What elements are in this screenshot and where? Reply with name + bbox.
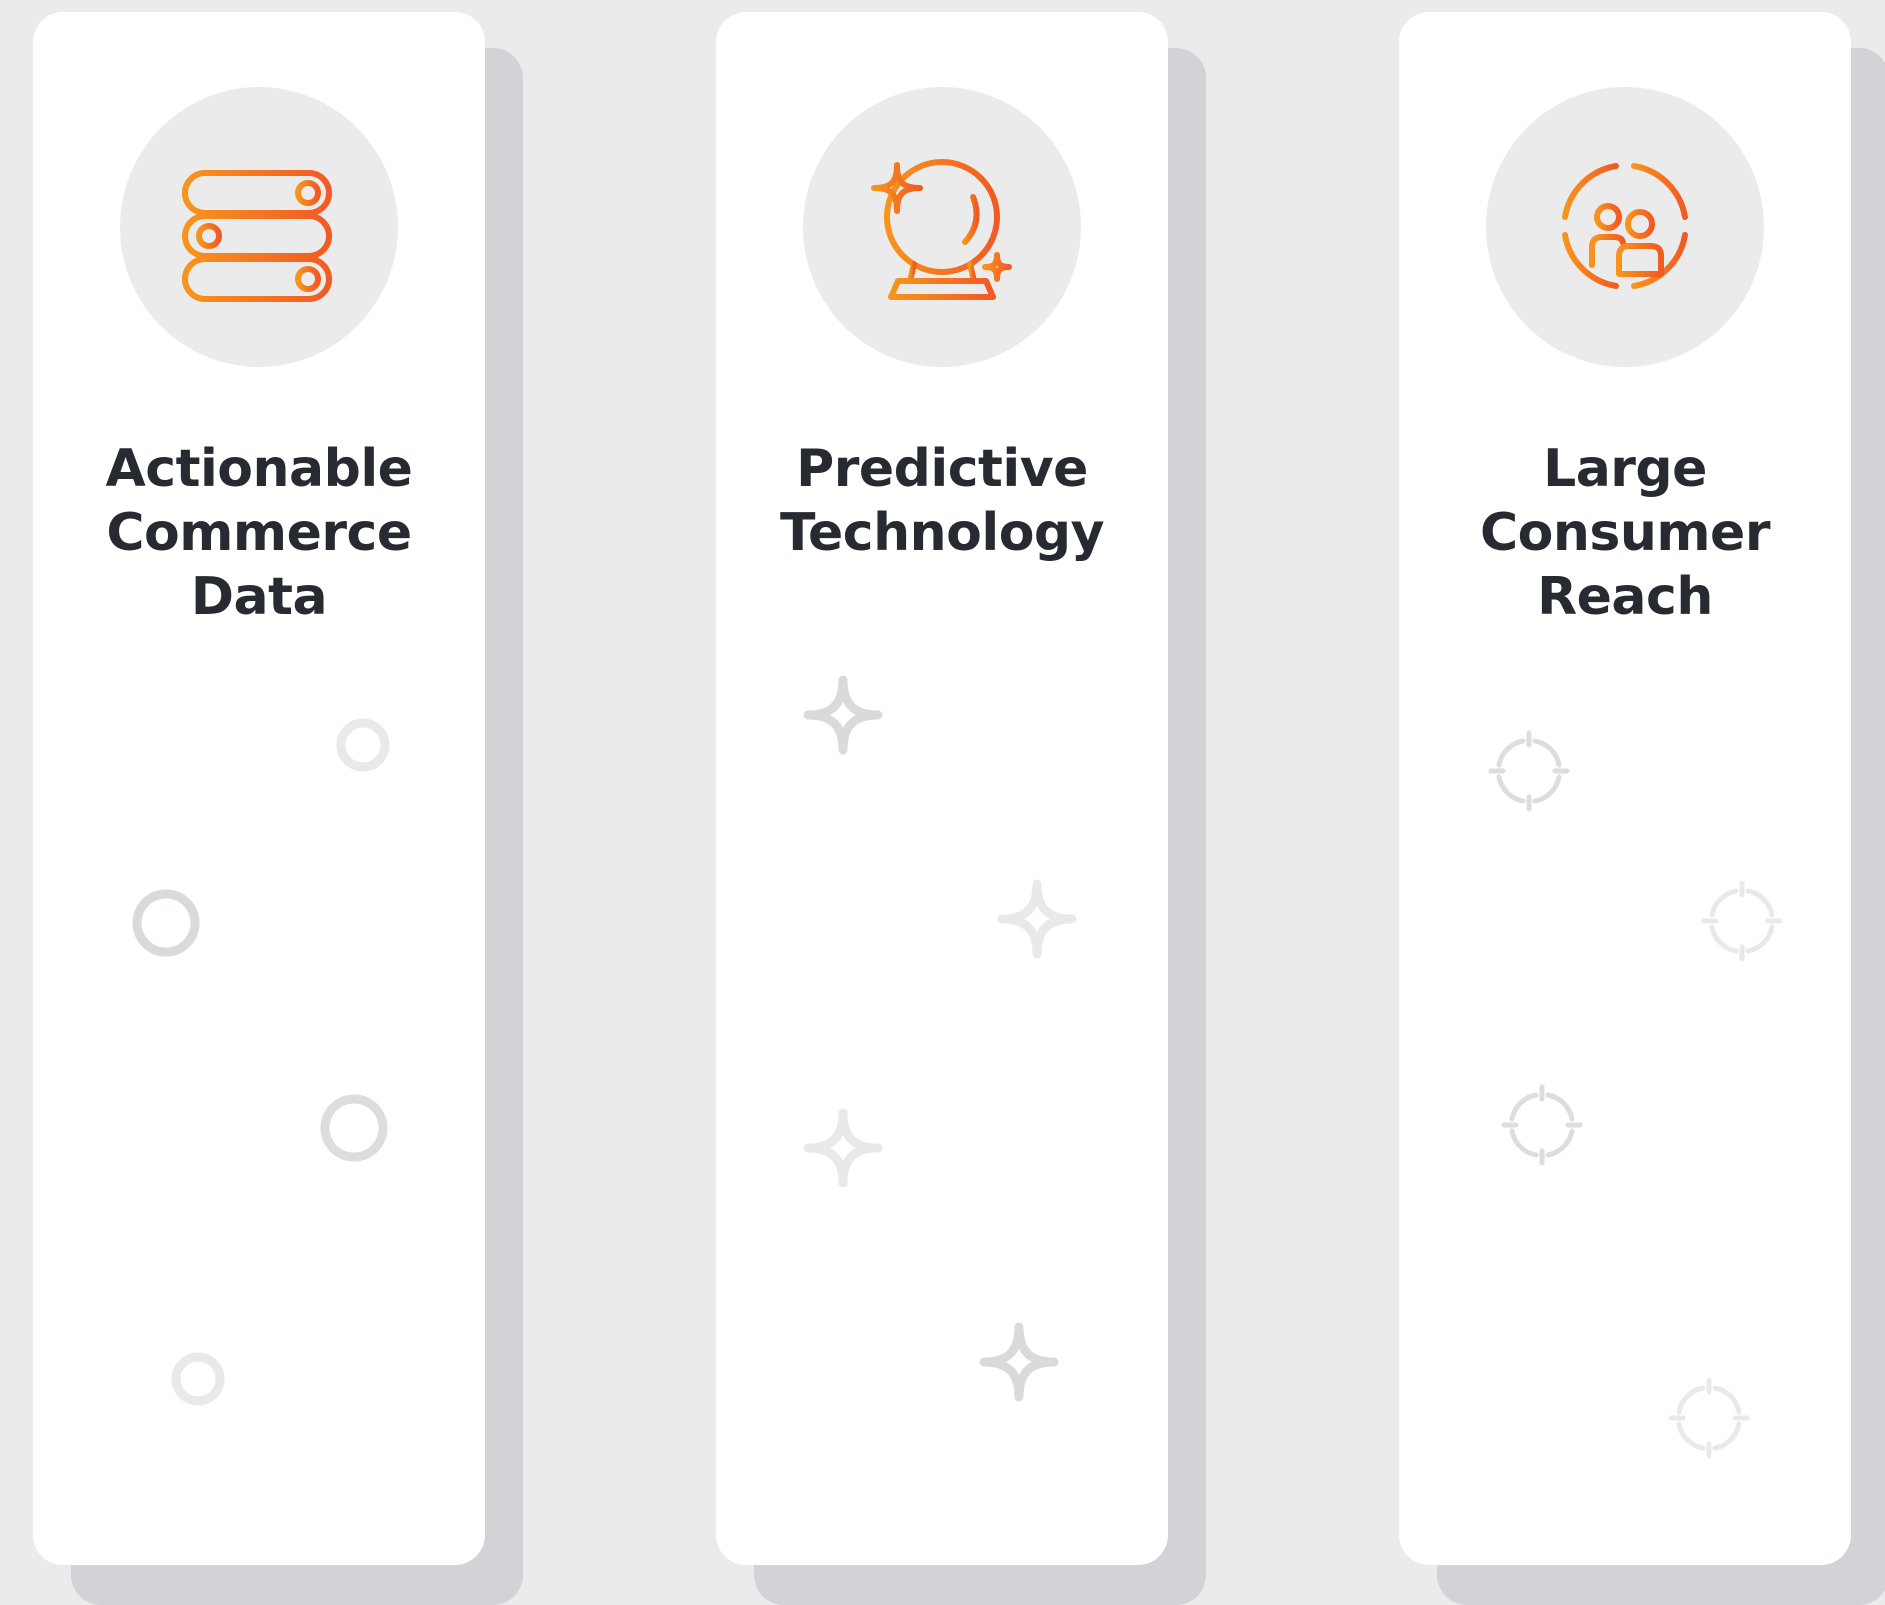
feature-card-commerce-data: Actionable Commerce Data (33, 12, 485, 1565)
sparkle-icon (979, 1322, 1059, 1402)
title-line: Actionable (105, 439, 413, 499)
title-line: Commerce (106, 503, 412, 563)
ring-icon (132, 889, 200, 957)
card-title: Predictive Technology (716, 437, 1168, 565)
icon-circle (1486, 87, 1764, 367)
target-audience-icon (1547, 148, 1705, 306)
title-line: Large (1543, 439, 1707, 499)
ring-icon (336, 718, 390, 772)
sparkle-icon (803, 675, 883, 755)
icon-circle (120, 87, 398, 367)
title-line: Predictive (796, 439, 1088, 499)
card-title: Large Consumer Reach (1399, 437, 1851, 629)
crosshair-icon (1668, 1377, 1750, 1459)
ring-icon (171, 1352, 225, 1406)
database-server-icon (182, 170, 332, 302)
icon-circle (803, 87, 1081, 367)
crystal-ball-icon (871, 159, 1012, 300)
title-line: Technology (779, 503, 1105, 563)
feature-card-consumer-reach: Large Consumer Reach (1399, 12, 1851, 1565)
ring-icon (320, 1094, 388, 1162)
crosshair-icon (1701, 880, 1783, 962)
sparkle-icon (803, 1108, 883, 1188)
sparkle-icon (997, 879, 1077, 959)
title-line: Consumer (1480, 503, 1770, 563)
title-line: Reach (1537, 567, 1713, 627)
card-title: Actionable Commerce Data (33, 437, 485, 629)
title-line: Data (190, 567, 328, 627)
crosshair-icon (1501, 1084, 1583, 1166)
feature-card-predictive-technology: Predictive Technology (716, 12, 1168, 1565)
crosshair-icon (1488, 730, 1570, 812)
